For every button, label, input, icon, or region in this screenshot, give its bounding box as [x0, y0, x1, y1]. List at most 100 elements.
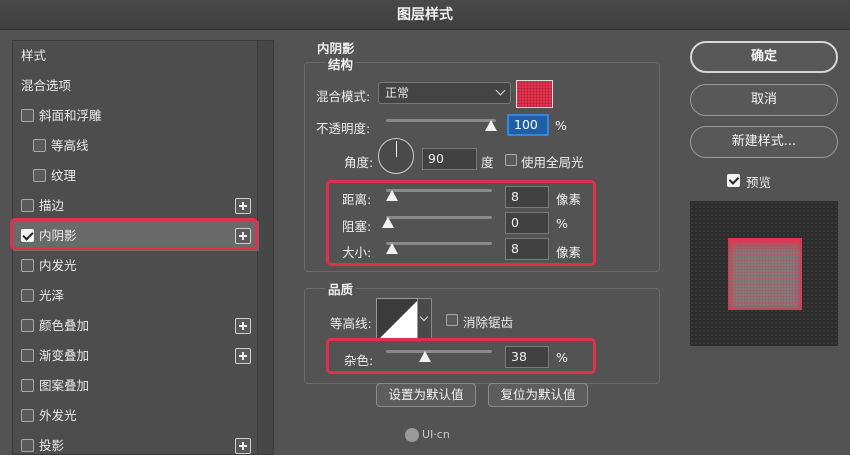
- anti-alias-checkbox[interactable]: [446, 314, 458, 326]
- list-item-contour[interactable]: 等高线: [13, 131, 259, 161]
- quality-group: [304, 288, 660, 384]
- list-item-inner-shadow[interactable]: 内阴影: [13, 221, 259, 251]
- choke-input[interactable]: 0: [505, 212, 549, 234]
- size-unit: 像素: [556, 245, 582, 260]
- preview-label: 预览: [746, 175, 772, 190]
- contour-preview[interactable]: [376, 298, 418, 340]
- opacity-label: 不透明度:: [316, 121, 371, 136]
- list-item-drop-shadow[interactable]: 投影: [13, 431, 259, 455]
- opacity-slider-thumb[interactable]: [485, 120, 497, 131]
- choke-unit: %: [556, 216, 568, 231]
- cancel-button[interactable]: 取消: [690, 84, 838, 116]
- list-item-color-overlay[interactable]: 颜色叠加: [13, 311, 259, 341]
- list-scrollbar[interactable]: [257, 41, 273, 454]
- distance-label: 距离:: [342, 192, 372, 207]
- noise-label: 杂色:: [344, 353, 374, 368]
- size-input[interactable]: 8: [505, 238, 549, 260]
- list-item-label: 投影: [39, 438, 65, 453]
- list-item-label: 内发光: [39, 258, 77, 273]
- angle-dial[interactable]: [378, 138, 414, 174]
- blend-mode-select[interactable]: 正常: [378, 82, 511, 104]
- watermark-text: UI·cn: [422, 428, 450, 441]
- blend-mode-value: 正常: [385, 86, 410, 100]
- list-item-label: 等高线: [51, 138, 89, 153]
- outer-glow-checkbox[interactable]: [21, 409, 34, 422]
- list-item-label: 样式: [21, 48, 47, 63]
- list-item-label: 外发光: [39, 408, 77, 423]
- contour-dropdown-chevron-icon[interactable]: [418, 298, 432, 340]
- add-inner-shadow-plus-icon[interactable]: [235, 228, 251, 244]
- satin-checkbox[interactable]: [21, 289, 34, 302]
- list-item-label: 斜面和浮雕: [39, 108, 102, 123]
- list-item-styles[interactable]: 样式: [13, 41, 259, 71]
- reset-default-button[interactable]: 复位为默认值: [488, 383, 588, 407]
- list-item-pattern-overlay[interactable]: 图案叠加: [13, 371, 259, 401]
- list-item-texture[interactable]: 纹理: [13, 161, 259, 191]
- preview-checkbox[interactable]: [727, 174, 740, 187]
- distance-slider-thumb[interactable]: [386, 190, 398, 201]
- list-item-label: 光泽: [39, 288, 65, 303]
- opacity-slider-track[interactable]: [386, 119, 496, 122]
- pattern-overlay-checkbox[interactable]: [21, 379, 34, 392]
- list-item-gradient-overlay[interactable]: 渐变叠加: [13, 341, 259, 371]
- choke-slider-track[interactable]: [386, 216, 492, 219]
- texture-checkbox[interactable]: [33, 169, 46, 182]
- angle-label: 角度:: [344, 155, 374, 170]
- choke-slider-thumb[interactable]: [382, 217, 394, 228]
- noise-unit: %: [556, 350, 568, 365]
- inner-shadow-checkbox[interactable]: [21, 229, 34, 242]
- list-item-satin[interactable]: 光泽: [13, 281, 259, 311]
- watermark: UI·cn: [405, 428, 450, 442]
- list-item-stroke[interactable]: 描边: [13, 191, 259, 221]
- distance-input[interactable]: 8: [505, 186, 549, 208]
- add-stroke-plus-icon[interactable]: [235, 198, 251, 214]
- list-item-label: 颜色叠加: [39, 318, 90, 333]
- list-item-label: 内阴影: [39, 228, 77, 243]
- contour-label: 等高线:: [330, 316, 372, 331]
- quality-title: 品质: [325, 279, 357, 298]
- size-label: 大小:: [342, 245, 372, 260]
- global-light-checkbox[interactable]: [505, 154, 517, 166]
- add-drop-shadow-plus-icon[interactable]: [235, 438, 251, 454]
- anti-alias-label: 消除锯齿: [463, 315, 514, 330]
- size-slider-track[interactable]: [386, 242, 492, 245]
- list-item-outer-glow[interactable]: 外发光: [13, 401, 259, 431]
- distance-slider-track[interactable]: [386, 189, 492, 192]
- drop-shadow-checkbox[interactable]: [21, 439, 34, 452]
- dialog-title: 图层样式: [0, 0, 850, 30]
- ok-button[interactable]: 确定: [690, 41, 838, 73]
- inner-glow-checkbox[interactable]: [21, 259, 34, 272]
- list-item-inner-glow[interactable]: 内发光: [13, 251, 259, 281]
- chevron-down-icon: [495, 85, 506, 96]
- list-item-label: 纹理: [51, 168, 77, 183]
- color-overlay-checkbox[interactable]: [21, 319, 34, 332]
- style-preview: [690, 201, 838, 346]
- distance-unit: 像素: [556, 192, 582, 207]
- gradient-overlay-checkbox[interactable]: [21, 349, 34, 362]
- new-style-button[interactable]: 新建样式...: [690, 126, 838, 158]
- bevel-emboss-checkbox[interactable]: [21, 109, 34, 122]
- blend-mode-label: 混合模式:: [316, 89, 371, 104]
- preview-thumbnail: [728, 238, 802, 310]
- add-gradient-overlay-plus-icon[interactable]: [235, 348, 251, 364]
- list-item-label: 渐变叠加: [39, 348, 90, 363]
- list-item-blending-options[interactable]: 混合选项: [13, 71, 259, 101]
- watermark-logo-icon: [405, 428, 419, 442]
- choke-label: 阻塞:: [342, 219, 372, 234]
- styles-list: 样式 混合选项 斜面和浮雕 等高线 纹理 描边 内阴影 内发光 光泽 颜色叠加: [12, 40, 274, 455]
- opacity-unit: %: [555, 118, 567, 133]
- list-item-label: 图案叠加: [39, 378, 90, 393]
- add-color-overlay-plus-icon[interactable]: [235, 318, 251, 334]
- noise-slider-track[interactable]: [386, 350, 492, 353]
- shadow-color-swatch[interactable]: [516, 80, 553, 108]
- angle-input[interactable]: 90: [422, 148, 477, 170]
- contour-checkbox[interactable]: [33, 139, 46, 152]
- stroke-checkbox[interactable]: [21, 199, 34, 212]
- list-item-bevel-emboss[interactable]: 斜面和浮雕: [13, 101, 259, 131]
- noise-input[interactable]: 38: [505, 346, 549, 368]
- size-slider-thumb[interactable]: [386, 243, 398, 254]
- set-default-button[interactable]: 设置为默认值: [376, 383, 476, 407]
- opacity-input[interactable]: 100: [507, 114, 549, 136]
- structure-title: 结构: [325, 54, 357, 73]
- noise-slider-thumb[interactable]: [419, 351, 431, 362]
